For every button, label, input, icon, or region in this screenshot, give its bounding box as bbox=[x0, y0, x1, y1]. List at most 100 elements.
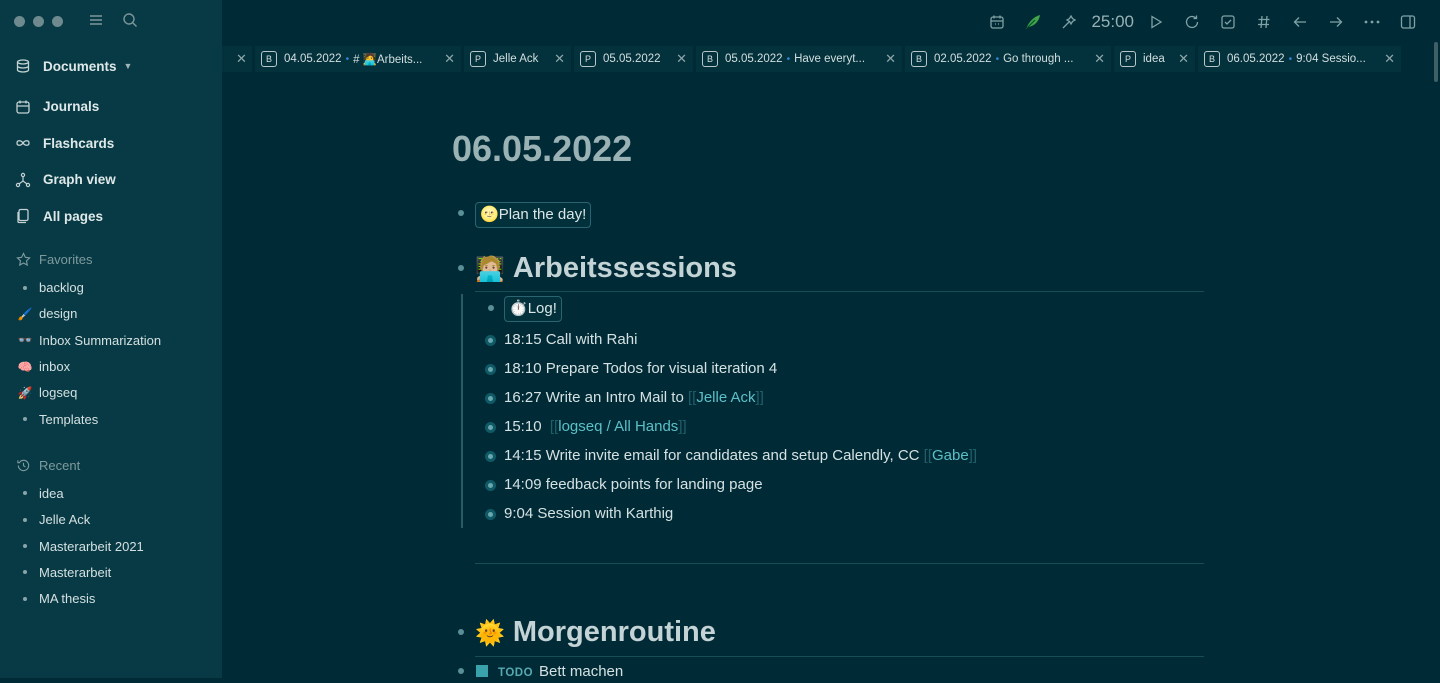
favorite-item[interactable]: 🚀 logseq bbox=[0, 380, 222, 406]
plan-label: Plan the day! bbox=[498, 206, 587, 223]
refresh-icon[interactable] bbox=[1174, 10, 1210, 34]
sidebar-toggle-icon[interactable] bbox=[1390, 10, 1426, 34]
history-icon bbox=[15, 457, 31, 473]
favorites-header[interactable]: Favorites bbox=[0, 247, 222, 273]
search-icon[interactable] bbox=[122, 12, 138, 33]
log-entry[interactable]: 14:15 Write invite email for candidates … bbox=[504, 446, 977, 466]
close-icon[interactable]: ✕ bbox=[1086, 51, 1105, 67]
chevron-down-icon[interactable]: ▼ bbox=[124, 61, 133, 71]
stopwatch-icon: ⏱️ bbox=[509, 300, 528, 317]
hash-icon[interactable] bbox=[1246, 10, 1282, 34]
favorite-item[interactable]: 👓 Inbox Summarization bbox=[0, 327, 222, 353]
log-entry[interactable]: 16:27 Write an Intro Mail to [[Jelle Ack… bbox=[504, 388, 764, 408]
recent-label: Masterarbeit 2021 bbox=[39, 538, 144, 554]
recent-item[interactable]: Masterarbeit bbox=[0, 559, 222, 585]
tab[interactable]: P 05.05.2022 ✕ bbox=[574, 46, 693, 72]
recent-header[interactable]: Recent bbox=[0, 452, 222, 478]
favorite-label: backlog bbox=[39, 280, 84, 296]
block-bullet[interactable] bbox=[458, 629, 464, 635]
page-reference-link[interactable]: [[Gabe]] bbox=[924, 447, 977, 464]
log-entry[interactable]: 14:09 feedback points for landing page bbox=[504, 475, 763, 495]
favorite-item[interactable]: 🧠 inbox bbox=[0, 353, 222, 379]
todo-marker[interactable]: TODO bbox=[498, 667, 533, 679]
favorite-item[interactable]: 🖌️ design bbox=[0, 301, 222, 327]
entry-text: 18:10 Prepare Todos for visual iteration… bbox=[504, 360, 778, 377]
tab-title: 02.05.2022 bbox=[934, 53, 992, 65]
log-label: Log! bbox=[527, 300, 557, 317]
page-reference-link[interactable]: [[Jelle Ack]] bbox=[688, 389, 764, 406]
block-bullet[interactable] bbox=[458, 265, 464, 271]
arrow-right-icon[interactable] bbox=[1318, 10, 1354, 34]
nav-graph-view[interactable]: Graph view bbox=[0, 162, 222, 199]
arrow-left-icon[interactable] bbox=[1282, 10, 1318, 34]
close-icon[interactable]: ✕ bbox=[1376, 51, 1395, 67]
block-bullet[interactable] bbox=[485, 335, 496, 346]
tab-title: 04.05.2022 bbox=[284, 53, 342, 65]
block-bullet[interactable] bbox=[458, 210, 464, 216]
pomodoro-timer[interactable]: 25:00 bbox=[1091, 12, 1134, 32]
tab[interactable]: P Jelle Ack ✕ bbox=[464, 46, 571, 72]
close-icon[interactable]: ✕ bbox=[1170, 51, 1189, 67]
left-sidebar: Documents ▼ Journals Flashcards Graph vi… bbox=[0, 0, 222, 678]
tab-partial[interactable]: ✕ bbox=[222, 46, 252, 72]
tab[interactable]: P idea ✕ bbox=[1114, 46, 1195, 72]
tab-scrollbar[interactable] bbox=[1434, 42, 1438, 82]
page-title[interactable]: 06.05.2022 bbox=[452, 128, 632, 170]
block-bullet[interactable] bbox=[485, 509, 496, 520]
block-bullet[interactable] bbox=[485, 393, 496, 404]
nav-documents[interactable]: Documents ▼ bbox=[0, 48, 222, 85]
close-icon[interactable]: ✕ bbox=[668, 51, 687, 67]
minimize-window-button[interactable] bbox=[33, 16, 44, 27]
technologist-icon: 🧑🏼‍💻 bbox=[475, 256, 505, 283]
plan-the-day-button[interactable]: 🌝Plan the day! bbox=[475, 202, 592, 228]
entry-text: 14:15 Write invite email for candidates … bbox=[504, 447, 920, 464]
play-icon[interactable] bbox=[1138, 10, 1174, 34]
tab-type-badge: P bbox=[580, 51, 596, 67]
close-icon[interactable]: ✕ bbox=[546, 51, 565, 67]
tab-type-badge: B bbox=[911, 51, 927, 67]
log-entry[interactable]: 18:10 Prepare Todos for visual iteration… bbox=[504, 359, 777, 379]
log-entry[interactable]: 9:04 Session with Karthig bbox=[504, 504, 673, 524]
block-bullet[interactable] bbox=[485, 422, 496, 433]
block-bullet[interactable] bbox=[485, 451, 496, 462]
log-button[interactable]: ⏱️Log! bbox=[504, 296, 562, 322]
recent-item[interactable]: Masterarbeit 2021 bbox=[0, 533, 222, 559]
block-bullet[interactable] bbox=[485, 480, 496, 491]
heading-arbeitssessions[interactable]: 🧑🏼‍💻 Arbeitssessions bbox=[475, 251, 737, 287]
tab[interactable]: B 04.05.2022 • # 🧑‍💻Arbeits... ✕ bbox=[255, 46, 461, 72]
calendar-icon[interactable] bbox=[979, 10, 1015, 34]
page-reference-link[interactable]: [[logseq / All Hands]] bbox=[550, 418, 687, 435]
block-bullet[interactable] bbox=[485, 364, 496, 375]
tab-type-badge: B bbox=[702, 51, 718, 67]
todo-checkbox[interactable] bbox=[476, 665, 488, 677]
nav-flashcards[interactable]: Flashcards bbox=[0, 125, 222, 162]
block-bullet[interactable] bbox=[458, 668, 464, 674]
close-icon[interactable]: ✕ bbox=[877, 51, 896, 67]
feather-icon[interactable] bbox=[1015, 10, 1051, 34]
log-entry[interactable]: 18:15 Call with Rahi bbox=[504, 330, 637, 350]
recent-item[interactable]: Jelle Ack bbox=[0, 507, 222, 533]
more-icon[interactable] bbox=[1354, 10, 1390, 34]
todo-item[interactable]: TODO Bett machen bbox=[498, 662, 623, 683]
checkbox-icon[interactable] bbox=[1210, 10, 1246, 34]
menu-icon[interactable] bbox=[88, 12, 104, 33]
tab-active[interactable]: B 06.05.2022 • 9:04 Sessio... ✕ bbox=[1198, 46, 1401, 72]
nav-all-pages[interactable]: All pages bbox=[0, 198, 222, 235]
block-bullet[interactable] bbox=[488, 305, 494, 311]
log-entry[interactable]: 15:10 [[logseq / All Hands]] bbox=[504, 417, 687, 437]
close-icon[interactable]: ✕ bbox=[228, 51, 247, 67]
close-icon[interactable]: ✕ bbox=[436, 51, 455, 67]
nav-journals[interactable]: Journals bbox=[0, 89, 222, 126]
tools-icon[interactable] bbox=[1051, 10, 1087, 34]
tab[interactable]: B 05.05.2022 • Have everyt... ✕ bbox=[696, 46, 902, 72]
close-window-button[interactable] bbox=[14, 16, 25, 27]
nav-label: Graph view bbox=[43, 172, 116, 188]
tab[interactable]: B 02.05.2022 • Go through ... ✕ bbox=[905, 46, 1111, 72]
recent-item[interactable]: idea bbox=[0, 480, 222, 506]
favorite-item[interactable]: backlog bbox=[0, 275, 222, 301]
maximize-window-button[interactable] bbox=[52, 16, 63, 27]
recent-item[interactable]: MA thesis bbox=[0, 585, 222, 611]
favorite-item[interactable]: Templates bbox=[0, 406, 222, 432]
heading-morgenroutine[interactable]: 🌞 Morgenroutine bbox=[475, 615, 716, 651]
heading-text: Arbeitssessions bbox=[512, 252, 737, 284]
